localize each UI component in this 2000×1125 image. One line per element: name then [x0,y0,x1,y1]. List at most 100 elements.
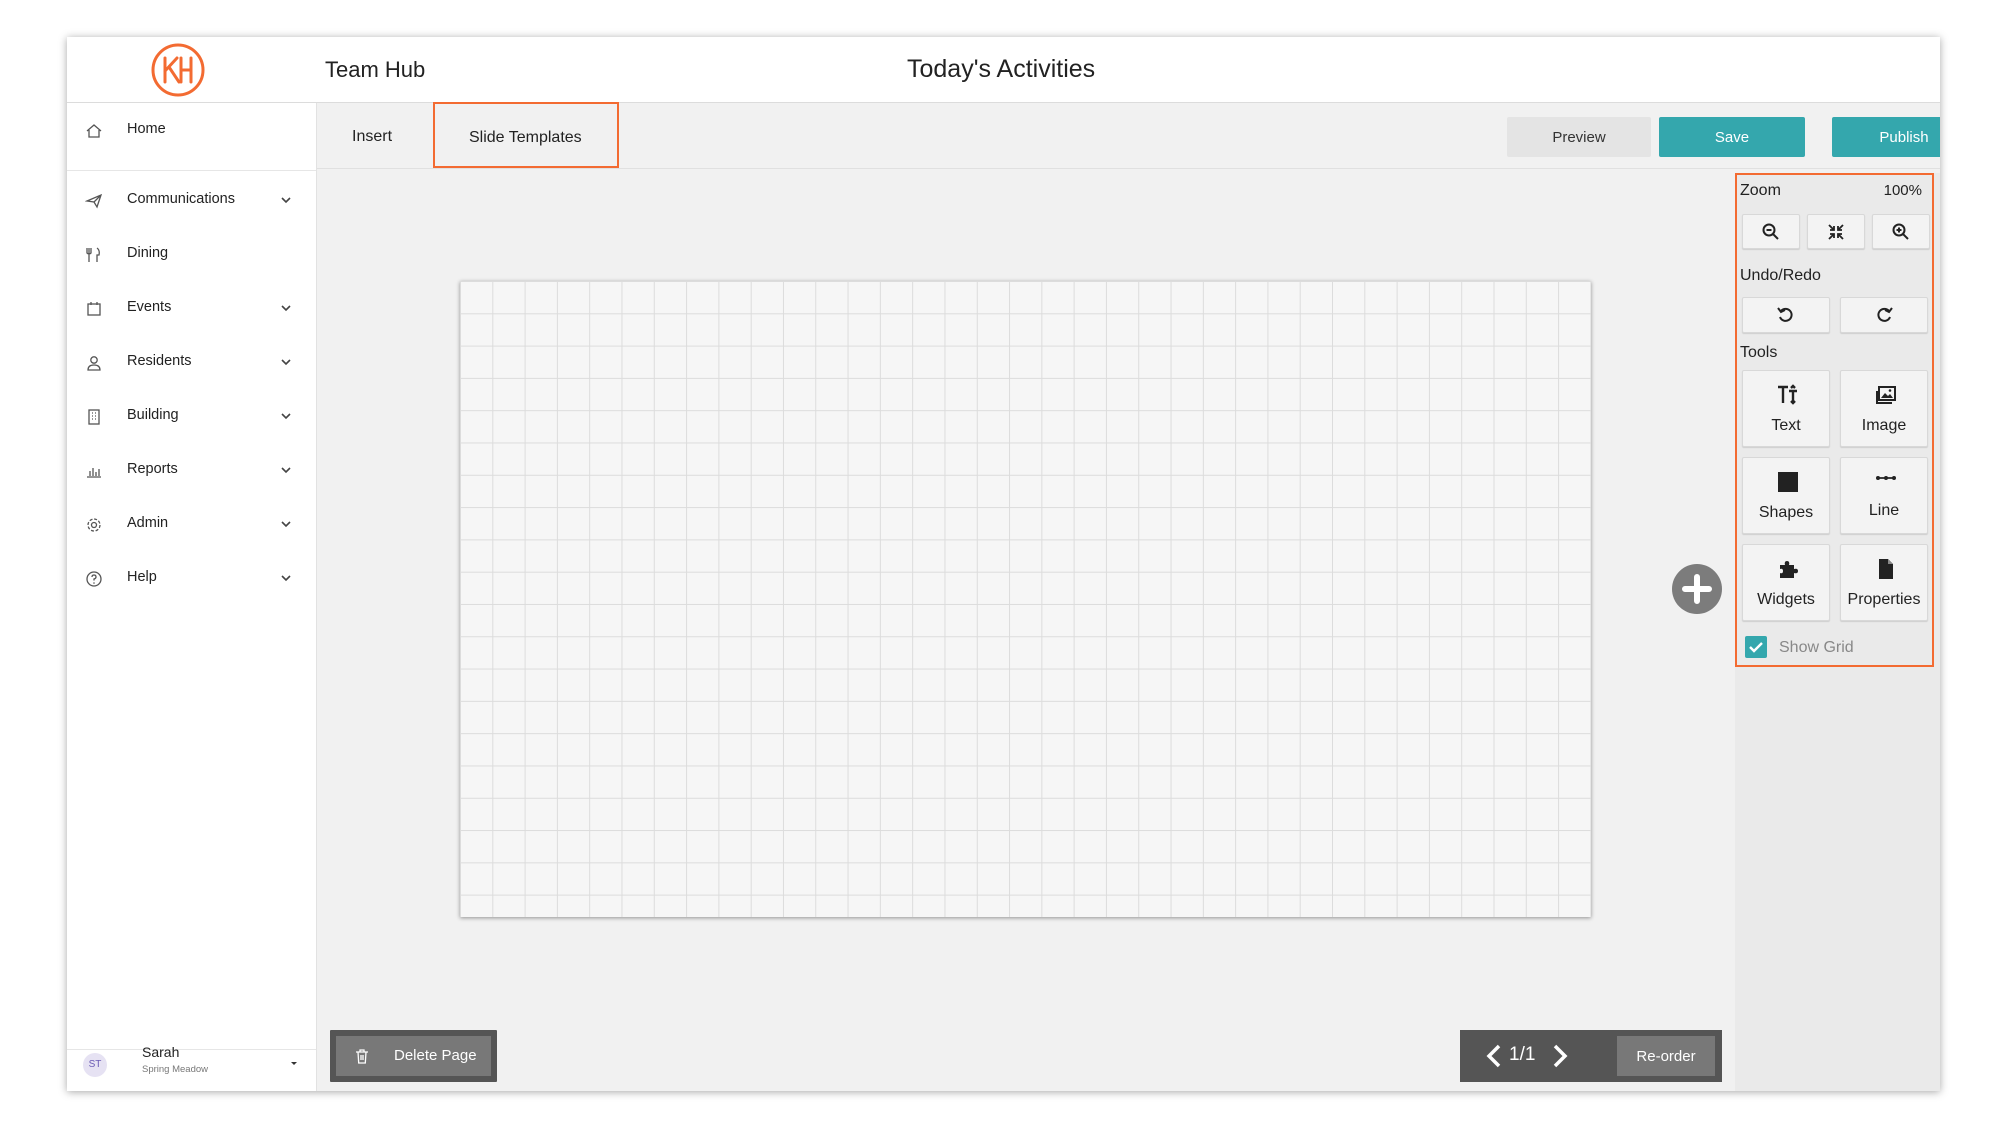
zoom-out-icon [1760,221,1782,243]
compress-icon [1825,221,1847,243]
save-button[interactable]: Save [1659,117,1805,157]
line-icon [1874,470,1898,494]
sidebar-item-label: Communications [127,191,235,207]
user-icon [85,354,103,372]
text-tool-button[interactable]: Text [1742,370,1830,447]
gear-icon [85,516,103,534]
zoom-in-button[interactable] [1872,214,1930,249]
sidebar-item-home[interactable]: Home [67,104,316,158]
tool-label: Image [1861,417,1907,434]
image-icon [1874,383,1898,407]
tools-label: Tools [1740,344,1778,361]
chevron-down-icon [279,301,293,315]
delete-page-bar: Delete Page [330,1030,497,1082]
header: Team Hub Today's Activities [67,37,1940,103]
sidebar-item-residents[interactable]: Residents [67,336,316,390]
widgets-tool-button[interactable]: Widgets [1742,544,1830,621]
tool-label: Line [1868,502,1900,519]
user-community: Spring Meadow [142,1064,209,1075]
chevron-left-icon[interactable] [1482,1043,1506,1069]
chevron-down-icon [279,463,293,477]
org-name: Team Hub [325,57,426,82]
sidebar-divider [67,170,316,171]
line-tool-button[interactable]: Line [1840,457,1928,534]
page-title: Today's Activities [907,55,1096,83]
tool-label: Shapes [1758,504,1814,521]
user-profile[interactable]: ST Sarah Spring Meadow [67,1044,316,1091]
add-page-button[interactable] [1672,564,1722,614]
puzzle-icon [1776,557,1800,581]
tool-label: Text [1771,417,1801,434]
user-name: Sarah [142,1044,180,1060]
bar-chart-icon [85,462,103,480]
delete-page-label: Delete Page [394,1047,477,1064]
sidebar-item-label: Building [127,407,179,423]
redo-icon [1873,304,1895,326]
zoom-out-button[interactable] [1742,214,1800,249]
avatar: ST [83,1053,107,1077]
page-navigator: 1/1 Re-order [1460,1030,1722,1082]
chevron-down-icon [279,193,293,207]
sidebar-item-help[interactable]: Help [67,552,316,606]
slide-canvas[interactable] [460,281,1591,917]
paper-plane-icon [85,192,103,210]
caret-down-icon[interactable] [289,1058,299,1068]
sidebar-item-label: Residents [127,353,192,369]
show-grid-checkbox[interactable] [1745,636,1767,658]
sidebar-item-label: Dining [127,245,169,261]
sidebar-item-label: Admin [127,515,169,531]
kh-logo-icon[interactable] [150,42,206,98]
undo-redo-label: Undo/Redo [1740,267,1821,284]
properties-tool-button[interactable]: Properties [1840,544,1928,621]
editor-toolbar: Insert Slide Templates Preview Save Publ… [317,102,1940,169]
tab-slide-templates[interactable]: Slide Templates [433,102,619,168]
home-icon [85,122,103,140]
publish-button[interactable]: Publish [1832,117,1940,157]
zoom-in-icon [1890,221,1912,243]
sidebar-item-dining[interactable]: Dining [67,228,316,282]
sidebar: Home Communications Dining Events Reside… [67,103,317,1091]
shapes-tool-button[interactable]: Shapes [1742,457,1830,534]
sidebar-item-label: Home [127,121,166,137]
document-icon [1874,557,1898,581]
building-icon [85,408,103,426]
square-icon [1776,470,1800,494]
sidebar-item-communications[interactable]: Communications [67,174,316,228]
undo-icon [1775,304,1797,326]
page-count: 1/1 [1509,1044,1536,1065]
tab-label: Insert [352,128,393,145]
app-window: Team Hub Today's Activities Home Communi… [67,37,1940,1091]
tool-label: Properties [1847,591,1921,608]
zoom-fit-button[interactable] [1807,214,1865,249]
utensils-icon [85,246,103,264]
calendar-icon [85,300,103,318]
checkmark-icon [1749,642,1763,653]
chevron-right-icon[interactable] [1548,1043,1572,1069]
preview-button[interactable]: Preview [1507,117,1651,157]
sidebar-item-admin[interactable]: Admin [67,498,316,552]
show-grid-label: Show Grid [1779,639,1854,656]
text-size-icon [1776,383,1800,407]
image-tool-button[interactable]: Image [1840,370,1928,447]
sidebar-item-label: Reports [127,461,178,477]
reorder-button[interactable]: Re-order [1617,1036,1715,1076]
chevron-down-icon [279,409,293,423]
sidebar-item-label: Events [127,299,172,315]
sidebar-item-reports[interactable]: Reports [67,444,316,498]
undo-button[interactable] [1742,297,1830,333]
tool-label: Widgets [1757,591,1815,608]
sidebar-item-events[interactable]: Events [67,282,316,336]
delete-page-button[interactable]: Delete Page [336,1036,491,1076]
chevron-down-icon [279,517,293,531]
tab-insert[interactable]: Insert [317,103,429,167]
zoom-label: Zoom [1740,182,1781,199]
zoom-value: 100% [1883,182,1922,199]
chevron-down-icon [279,355,293,369]
chevron-down-icon [279,571,293,585]
redo-button[interactable] [1840,297,1928,333]
sidebar-item-label: Help [127,569,157,585]
help-circle-icon [85,570,103,588]
trash-icon [354,1048,370,1064]
sidebar-item-building[interactable]: Building [67,390,316,444]
tab-label: Slide Templates [469,129,582,146]
